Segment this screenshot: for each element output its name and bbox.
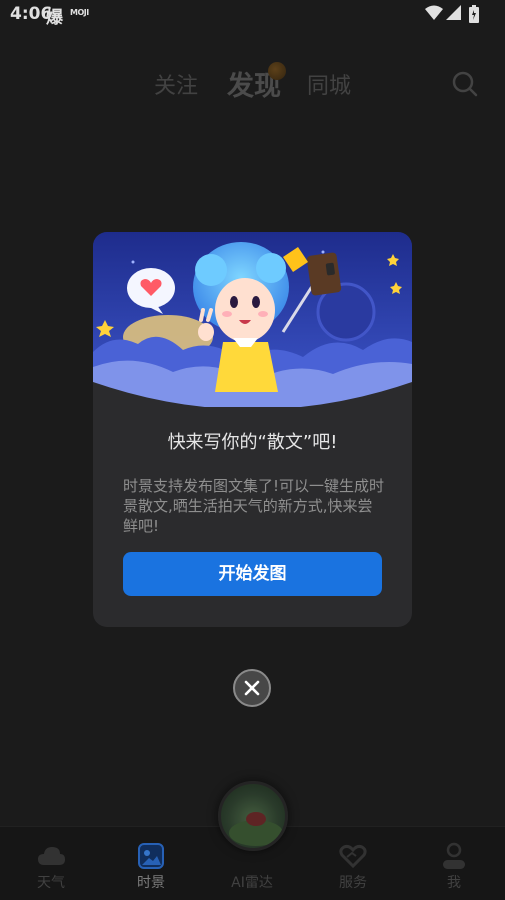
close-icon [244,680,260,696]
promo-modal: 快来写你的“散文”吧! 时景支持发布图文集了!可以一键生成时景散文,晒生活拍天气… [93,232,412,627]
start-post-button[interactable]: 开始发图 [123,552,382,596]
modal-description: 时景支持发布图文集了!可以一键生成时景散文,晒生活拍天气的新方式,快来尝鲜吧! [123,477,385,535]
modal-title: 快来写你的“散文”吧! [167,432,338,453]
close-modal-button[interactable] [233,669,271,707]
promo-banner-illustration [93,232,412,407]
